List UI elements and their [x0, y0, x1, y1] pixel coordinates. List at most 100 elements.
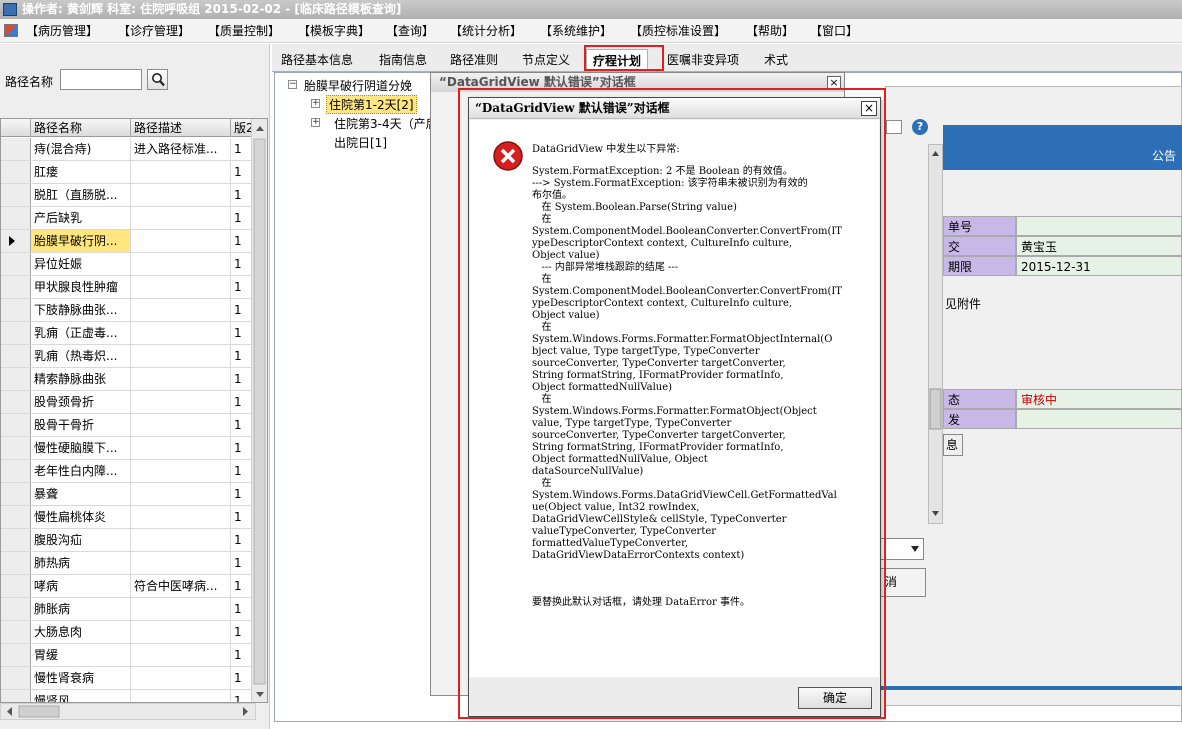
- cell-version[interactable]: 1: [231, 184, 253, 206]
- form-scrollbar[interactable]: [928, 144, 943, 524]
- cell-path-name[interactable]: 胎膜早破行阴...: [31, 230, 131, 252]
- row-header[interactable]: [1, 529, 31, 551]
- cell-version[interactable]: 1: [231, 483, 253, 505]
- table-row[interactable]: 慢性扁桃体炎 1: [1, 506, 253, 529]
- table-row[interactable]: 肺胀病 1: [1, 598, 253, 621]
- form-value[interactable]: 2015-12-31: [1016, 256, 1182, 276]
- row-header[interactable]: [1, 506, 31, 528]
- tree-node-discharge[interactable]: 出院日[1]: [334, 134, 387, 151]
- cell-version[interactable]: 1: [231, 253, 253, 275]
- tab-surgery[interactable]: 术式: [764, 49, 788, 71]
- grid-header-name[interactable]: 路径名称: [31, 119, 131, 137]
- cell-path-name[interactable]: 股骨颈骨折: [31, 391, 131, 413]
- table-row[interactable]: 甲状腺良性肿瘤 1: [1, 276, 253, 299]
- search-button[interactable]: [147, 69, 168, 90]
- tree-node-day1-2[interactable]: 住院第1-2天[2]: [326, 95, 417, 114]
- cell-version[interactable]: 1: [231, 506, 253, 528]
- cell-path-name[interactable]: 下肢静脉曲张...: [31, 299, 131, 321]
- menu-item-help[interactable]: 【帮助】: [746, 22, 794, 40]
- cell-version[interactable]: 1: [231, 276, 253, 298]
- cell-path-name[interactable]: 肺胀病: [31, 598, 131, 620]
- cell-version[interactable]: 1: [231, 230, 253, 252]
- table-row[interactable]: 乳痈（热毒炽... 1: [1, 345, 253, 368]
- table-row[interactable]: 肛瘘 1: [1, 161, 253, 184]
- cell-path-desc[interactable]: 符合中医哮病...: [131, 575, 231, 597]
- cell-path-desc[interactable]: [131, 690, 231, 702]
- cancel-button[interactable]: 消: [880, 568, 926, 597]
- cell-version[interactable]: 1: [231, 161, 253, 183]
- cell-version[interactable]: 1: [231, 575, 253, 597]
- row-header[interactable]: [1, 414, 31, 436]
- table-row[interactable]: 异位妊娠 1: [1, 253, 253, 276]
- window-icon[interactable]: [886, 120, 902, 134]
- cell-version[interactable]: 1: [231, 138, 253, 160]
- cell-path-name[interactable]: 异位妊娠: [31, 253, 131, 275]
- cell-path-name[interactable]: 甲状腺良性肿瘤: [31, 276, 131, 298]
- cell-path-desc[interactable]: [131, 253, 231, 275]
- cell-path-desc[interactable]: [131, 437, 231, 459]
- tree-expand-icon[interactable]: +: [311, 118, 320, 127]
- tree-collapse-icon[interactable]: −: [288, 80, 297, 89]
- cell-path-name[interactable]: 老年性白内障...: [31, 460, 131, 482]
- cell-path-desc[interactable]: [131, 276, 231, 298]
- cell-path-name[interactable]: 胃缓: [31, 644, 131, 666]
- cell-path-desc[interactable]: [131, 621, 231, 643]
- cell-version[interactable]: 1: [231, 667, 253, 689]
- row-header[interactable]: [1, 644, 31, 666]
- menu-item-query[interactable]: 【查询】: [386, 22, 434, 40]
- cell-path-name[interactable]: 乳痈（正虚毒...: [31, 322, 131, 344]
- cell-path-name[interactable]: 股骨干骨折: [31, 414, 131, 436]
- cell-path-name[interactable]: 产后缺乳: [31, 207, 131, 229]
- table-row[interactable]: 痔(混合痔) 进入路径标准... 1: [1, 138, 253, 161]
- tab-path-criteria[interactable]: 路径准则: [450, 49, 498, 71]
- tree-root-node[interactable]: 胎膜早破行阴道分娩: [304, 77, 412, 94]
- form-value[interactable]: [1016, 409, 1182, 429]
- cell-path-desc[interactable]: [131, 391, 231, 413]
- cell-path-desc[interactable]: [131, 506, 231, 528]
- table-row[interactable]: 股骨颈骨折 1: [1, 391, 253, 414]
- row-header[interactable]: [1, 391, 31, 413]
- help-icon[interactable]: ?: [912, 119, 928, 135]
- path-grid[interactable]: 路径名称 路径描述 版2 痔(混合痔) 进入路径标准... 1 肛瘘 1 脱肛（直肠脱..…: [0, 118, 268, 703]
- cell-path-name[interactable]: 乳痈（热毒炽...: [31, 345, 131, 367]
- path-name-input[interactable]: [60, 69, 142, 90]
- cell-path-name[interactable]: 大肠息肉: [31, 621, 131, 643]
- cell-version[interactable]: 1: [231, 644, 253, 666]
- table-row[interactable]: 脱肛（直肠脱... 1: [1, 184, 253, 207]
- cell-path-name[interactable]: 脱肛（直肠脱...: [31, 184, 131, 206]
- row-header[interactable]: [1, 368, 31, 390]
- table-row[interactable]: 股骨干骨折 1: [1, 414, 253, 437]
- cell-version[interactable]: 1: [231, 345, 253, 367]
- cell-path-desc[interactable]: [131, 460, 231, 482]
- row-header[interactable]: [1, 207, 31, 229]
- table-row[interactable]: 精索静脉曲张 1: [1, 368, 253, 391]
- table-row[interactable]: 胃缓 1: [1, 644, 253, 667]
- cell-version[interactable]: 1: [231, 621, 253, 643]
- row-header[interactable]: [1, 322, 31, 344]
- cell-path-desc[interactable]: [131, 299, 231, 321]
- menu-item-window[interactable]: 【窗口】: [810, 22, 858, 40]
- menu-item-template[interactable]: 【模板字典】: [298, 22, 370, 40]
- row-header[interactable]: [1, 667, 31, 689]
- row-header[interactable]: [1, 690, 31, 702]
- grid-header-version[interactable]: 版2: [231, 119, 253, 137]
- row-header[interactable]: [1, 621, 31, 643]
- table-row[interactable]: 下肢静脉曲张... 1: [1, 299, 253, 322]
- row-header[interactable]: [1, 460, 31, 482]
- cell-path-name[interactable]: 慢性肾衰病: [31, 667, 131, 689]
- row-header[interactable]: [1, 598, 31, 620]
- menu-item-quality[interactable]: 【质量控制】: [208, 22, 280, 40]
- tab-guide-info[interactable]: 指南信息: [379, 49, 427, 71]
- row-header[interactable]: [1, 575, 31, 597]
- menu-item-record[interactable]: 【病历管理】: [26, 22, 98, 40]
- tree-node-day3-4[interactable]: 住院第3-4天（产后: [334, 115, 438, 132]
- table-row[interactable]: 乳痈（正虚毒... 1: [1, 322, 253, 345]
- cell-path-name[interactable]: 慢性硬脑膜下...: [31, 437, 131, 459]
- cell-version[interactable]: 1: [231, 391, 253, 413]
- row-header[interactable]: [1, 138, 31, 160]
- cell-path-desc[interactable]: [131, 529, 231, 551]
- row-header[interactable]: [1, 184, 31, 206]
- mdi-window-icon[interactable]: [4, 24, 18, 37]
- cell-version[interactable]: 1: [231, 598, 253, 620]
- table-row[interactable]: 肺热病 1: [1, 552, 253, 575]
